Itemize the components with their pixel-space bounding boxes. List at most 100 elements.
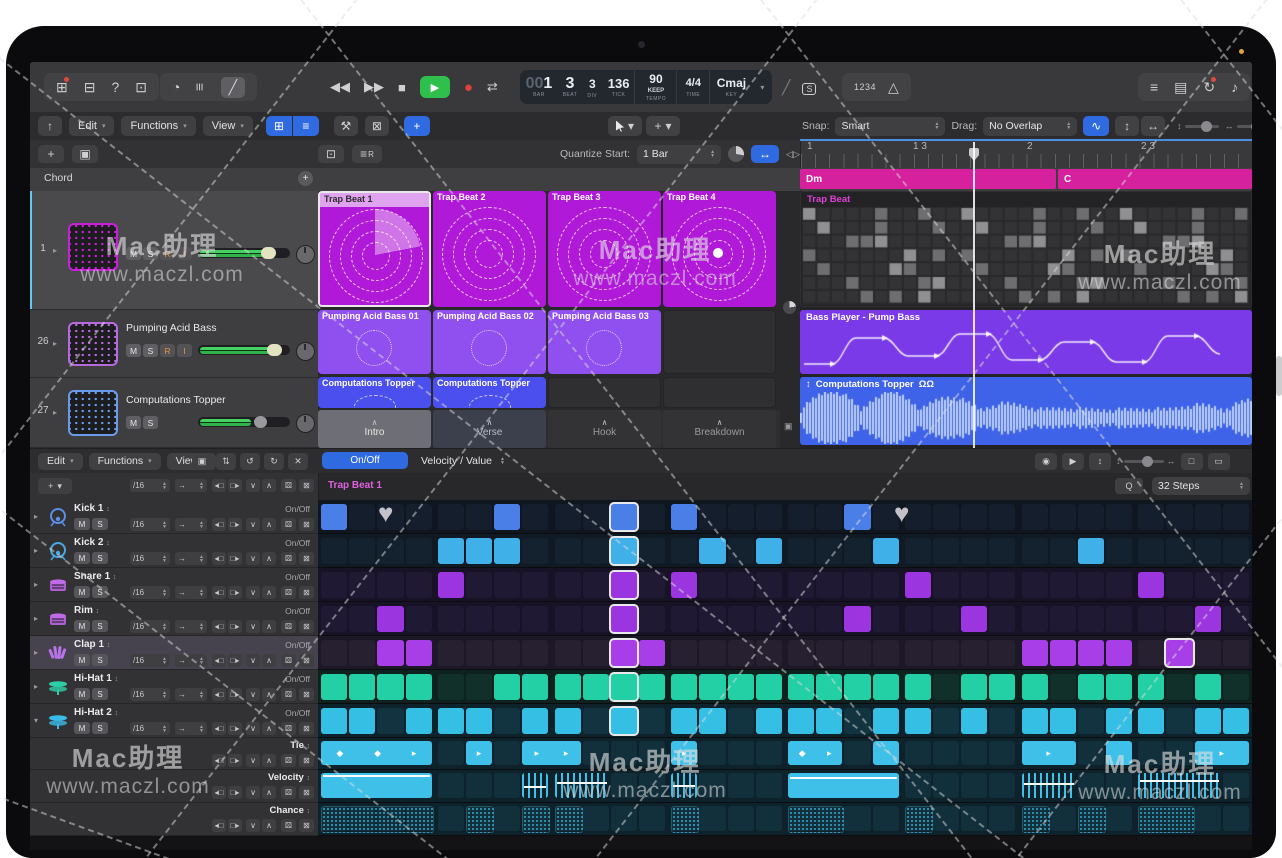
step-cell[interactable]: [583, 606, 609, 632]
up-control[interactable]: ∧: [262, 518, 276, 531]
track-name[interactable]: Pumping Acid Bass: [126, 322, 216, 334]
step-cell[interactable]: [1106, 572, 1132, 598]
view-narrow-icon[interactable]: □: [1181, 453, 1203, 470]
step-cell[interactable]: [1223, 708, 1249, 734]
step-cell[interactable]: [816, 674, 842, 700]
step-cell[interactable]: [1050, 538, 1076, 564]
step-cell[interactable]: [671, 538, 697, 564]
step-cell[interactable]: [1078, 606, 1104, 632]
step-cell[interactable]: [639, 504, 665, 530]
step-cell[interactable]: [494, 674, 520, 700]
menu-view[interactable]: View▾: [203, 116, 253, 136]
scene-trigger[interactable]: ∧Breakdown: [663, 410, 776, 448]
loop-cell[interactable]: Pumping Acid Bass 01: [318, 310, 431, 374]
copy-pattern-icon[interactable]: ▣: [192, 453, 212, 470]
step-cell[interactable]: [844, 504, 870, 530]
scene-trigger[interactable]: ∧Hook: [548, 410, 661, 448]
step-cell[interactable]: [1078, 504, 1104, 530]
step-cell[interactable]: [699, 538, 725, 564]
loop-cell[interactable]: Trap Beat 3: [548, 191, 661, 307]
step-cell[interactable]: [522, 572, 548, 598]
step-cell[interactable]: [1138, 640, 1164, 666]
add-row-button[interactable]: +▾: [38, 478, 72, 494]
up-control[interactable]: ∧: [262, 754, 276, 767]
step-cell[interactable]: [611, 538, 637, 564]
row-disclosure-icon[interactable]: ▸: [34, 648, 38, 657]
velocity-bar[interactable]: [1138, 773, 1221, 798]
step-cell[interactable]: [555, 708, 581, 734]
rate-control[interactable]: /16▲▼: [130, 479, 170, 492]
step-cell[interactable]: [1022, 538, 1048, 564]
row-mute-button[interactable]: M: [74, 654, 90, 666]
step-cell[interactable]: [377, 674, 403, 700]
step-cell[interactable]: [466, 538, 492, 564]
solo-mode-icon[interactable]: S: [802, 79, 816, 95]
list-editors-icon[interactable]: ≡: [1150, 79, 1158, 95]
step-cell[interactable]: [756, 674, 782, 700]
step-cell[interactable]: [377, 640, 403, 666]
track-header[interactable]: 1▸MSRI: [30, 191, 318, 310]
cycle-button[interactable]: ⇄: [487, 79, 498, 95]
step-cell[interactable]: [1050, 606, 1076, 632]
media-browser-icon[interactable]: ♪: [1231, 79, 1238, 95]
rate-control[interactable]: /16▲▼: [130, 722, 170, 735]
inspector-icon[interactable]: ⊡: [135, 79, 147, 96]
step-cell[interactable]: [583, 538, 609, 564]
view-wide-icon[interactable]: ▭: [1208, 453, 1230, 470]
step-cell[interactable]: [961, 640, 987, 666]
step-cell[interactable]: [989, 640, 1015, 666]
tie-bar[interactable]: ▸: [466, 741, 492, 765]
dir-control[interactable]: →▲▼: [175, 479, 207, 492]
row-name[interactable]: Clap 1 ↕: [74, 639, 110, 650]
dice-control[interactable]: ⚄: [281, 722, 296, 735]
add-loop-column-button[interactable]: +: [38, 145, 64, 163]
row-solo-button[interactable]: S: [92, 586, 108, 598]
step-cell[interactable]: [1223, 606, 1249, 632]
step-cell[interactable]: [816, 640, 842, 666]
step-cell[interactable]: [438, 538, 464, 564]
step-cell[interactable]: [611, 674, 637, 700]
row-mute-button[interactable]: M: [74, 688, 90, 700]
step-cell[interactable]: [844, 708, 870, 734]
step-cell[interactable]: [728, 504, 754, 530]
step-cell[interactable]: [555, 504, 581, 530]
tie-bar[interactable]: [873, 741, 899, 765]
dice-control[interactable]: ⚄: [281, 479, 296, 492]
sequencer-subrow-header[interactable]: Chance ↕◂□□▸∨∧⚄⊠: [30, 803, 318, 836]
row-mute-button[interactable]: M: [74, 620, 90, 632]
volume-meter[interactable]: [198, 417, 290, 427]
step-cell[interactable]: [349, 538, 375, 564]
step-cell[interactable]: [1195, 504, 1221, 530]
mute-button[interactable]: M: [126, 247, 141, 260]
drag-select[interactable]: No Overlap▲▼: [983, 117, 1077, 136]
tracks-view-button[interactable]: ≡: [293, 116, 319, 136]
step-cell[interactable]: [1022, 504, 1048, 530]
step-cell[interactable]: [671, 606, 697, 632]
step-cell[interactable]: [989, 538, 1015, 564]
step-cell[interactable]: [1050, 504, 1076, 530]
step-cell[interactable]: [438, 606, 464, 632]
step-cell[interactable]: [522, 538, 548, 564]
dice-control[interactable]: ⚄: [281, 518, 296, 531]
project-chooser-icon[interactable]: ⊞: [56, 79, 68, 96]
step-cell[interactable]: [1022, 606, 1048, 632]
step-cell[interactable]: [933, 640, 959, 666]
swap-pattern-icon[interactable]: ⇅: [216, 453, 236, 470]
tie-bar[interactable]: ▸: [1195, 741, 1249, 765]
shift-r-control[interactable]: □▸: [228, 688, 242, 701]
chance-bar[interactable]: [671, 806, 699, 833]
step-cell[interactable]: [816, 572, 842, 598]
step-cell[interactable]: [933, 606, 959, 632]
step-cell[interactable]: [1195, 708, 1221, 734]
step-cell[interactable]: [1022, 640, 1048, 666]
step-cell[interactable]: [1195, 538, 1221, 564]
record-enable-button[interactable]: R: [160, 344, 175, 357]
rate-control[interactable]: /16▲▼: [130, 688, 170, 701]
row-name[interactable]: Hi-Hat 2 ↕: [74, 707, 118, 718]
step-cell[interactable]: [583, 572, 609, 598]
step-cell[interactable]: [728, 674, 754, 700]
record-enable-button[interactable]: R: [160, 247, 175, 260]
horizontal-zoom-slider[interactable]: ↔: [1225, 121, 1252, 131]
shift-l-control[interactable]: ◂□: [212, 620, 226, 633]
step-cell[interactable]: [583, 640, 609, 666]
